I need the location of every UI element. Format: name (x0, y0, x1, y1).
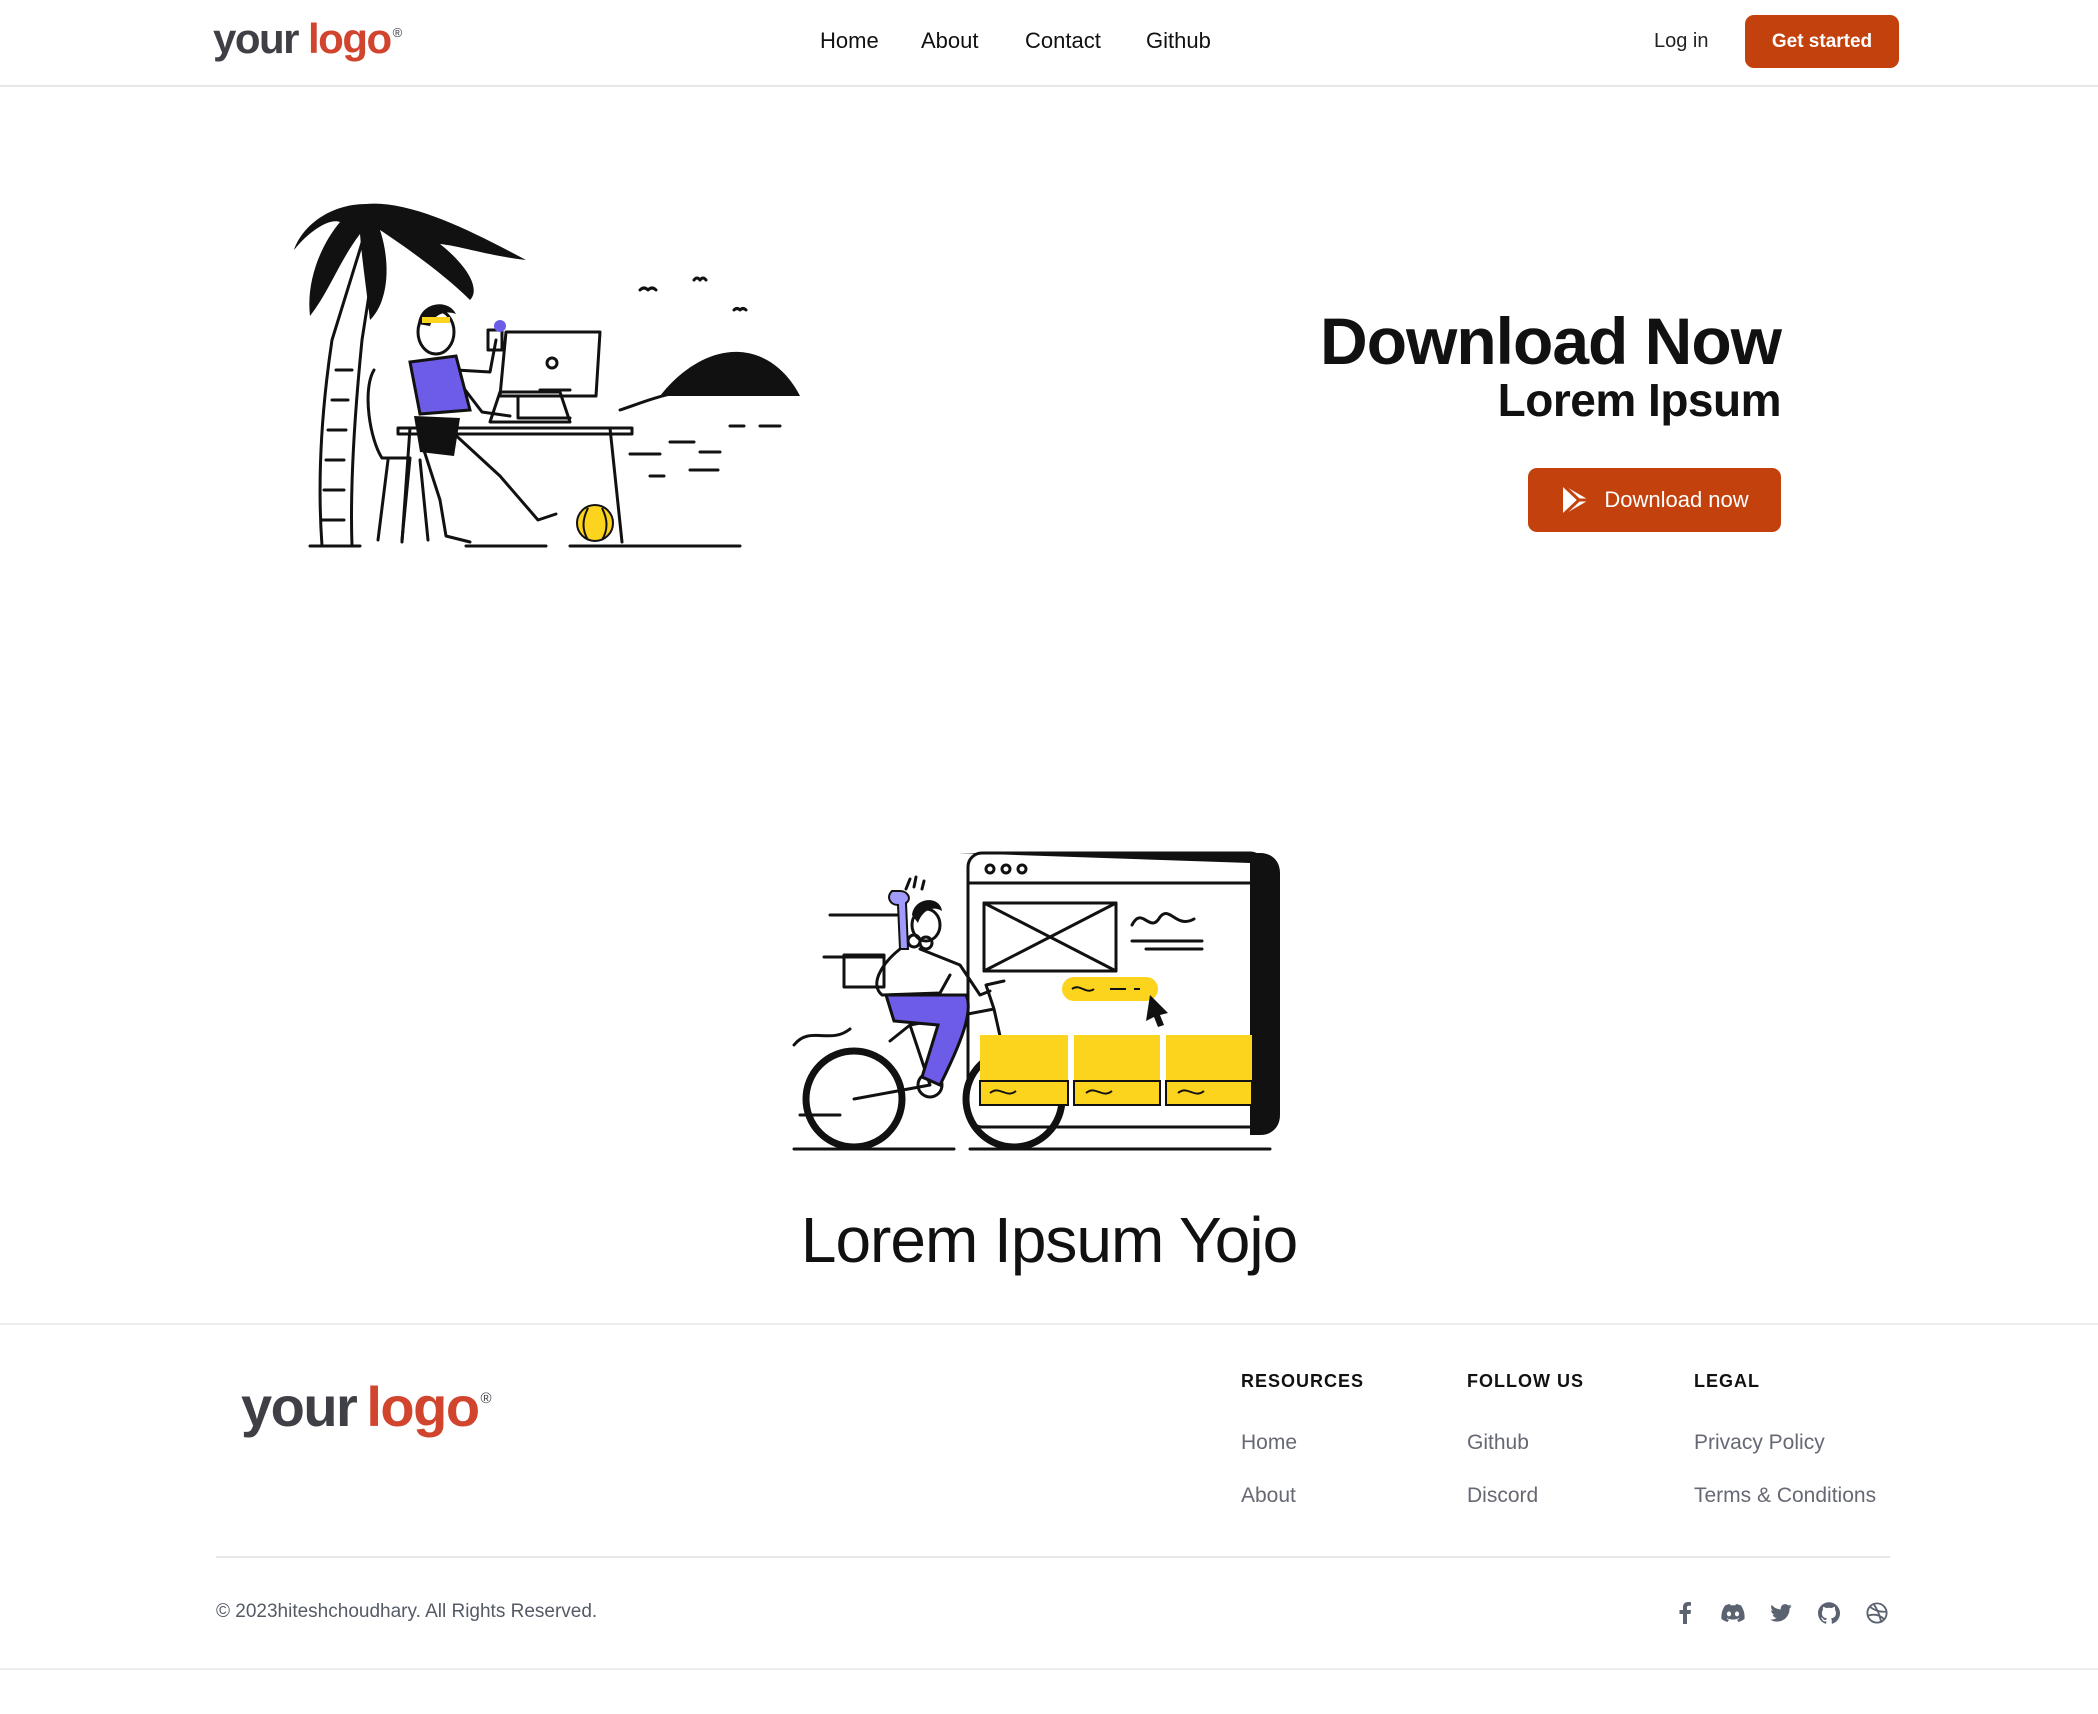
facebook-icon[interactable] (1670, 1598, 1700, 1628)
footer-col-follow-title: FOLLOW US (1467, 1371, 1584, 1391)
footer-col-resources-title: RESOURCES (1241, 1371, 1365, 1391)
nav-link-github[interactable]: Github (1146, 26, 1211, 56)
top-navbar: your logo ® Home About Contact Github Lo… (0, 0, 2098, 87)
logo-word-logo: logo (308, 15, 392, 62)
download-now-button[interactable]: Download now (1528, 468, 1781, 532)
copyright-text: © 2023hiteshchoudhary. All Rights Reserv… (216, 1601, 598, 1622)
page-bottom-border (0, 1668, 2098, 1670)
twitter-icon[interactable] (1766, 1598, 1796, 1628)
dribbble-icon[interactable] (1862, 1598, 1892, 1628)
nav-link-about[interactable]: About (921, 26, 979, 56)
logo-word-your: your (213, 15, 300, 62)
footer-link-about[interactable]: About (1241, 1481, 1296, 1511)
footer-logo-word-logo: logo (366, 1375, 480, 1438)
footer-link-github[interactable]: Github (1467, 1428, 1529, 1458)
nav-link-home[interactable]: Home (820, 26, 879, 56)
cyclist-browser-illustration (792, 851, 1280, 1151)
get-started-label: Get started (1771, 30, 1873, 52)
hero-subtitle: Lorem Ipsum (1497, 374, 1782, 426)
nav-link-contact[interactable]: Contact (1025, 26, 1101, 56)
download-now-label: Download now (1604, 487, 1749, 512)
login-link[interactable]: Log in (1654, 27, 1709, 55)
beach-desk-illustration (294, 203, 800, 548)
header-logo[interactable]: your logo ® (213, 18, 402, 60)
discord-icon[interactable] (1718, 1598, 1748, 1628)
footer-logo-registered-mark: ® (480, 1390, 492, 1407)
footer-link-terms[interactable]: Terms & Conditions (1694, 1481, 1876, 1511)
feature-title: Lorem Ipsum Yojo (800, 1204, 1298, 1276)
footer-logo-word-your: your (241, 1375, 358, 1438)
footer-border (0, 1323, 2098, 1325)
hero-title: Download Now (1320, 304, 1782, 378)
get-started-button[interactable]: Get started (1745, 15, 1899, 68)
footer-link-privacy[interactable]: Privacy Policy (1694, 1428, 1825, 1458)
github-icon[interactable] (1814, 1598, 1844, 1628)
footer-link-discord[interactable]: Discord (1467, 1481, 1538, 1511)
footer-link-home[interactable]: Home (1241, 1428, 1297, 1458)
logo-registered-mark: ® (392, 25, 403, 40)
footer-logo[interactable]: your logo ® (241, 1379, 492, 1435)
footer-col-legal-title: LEGAL (1694, 1371, 1760, 1391)
play-store-icon (1562, 483, 1590, 517)
footer-divider (216, 1556, 1890, 1558)
